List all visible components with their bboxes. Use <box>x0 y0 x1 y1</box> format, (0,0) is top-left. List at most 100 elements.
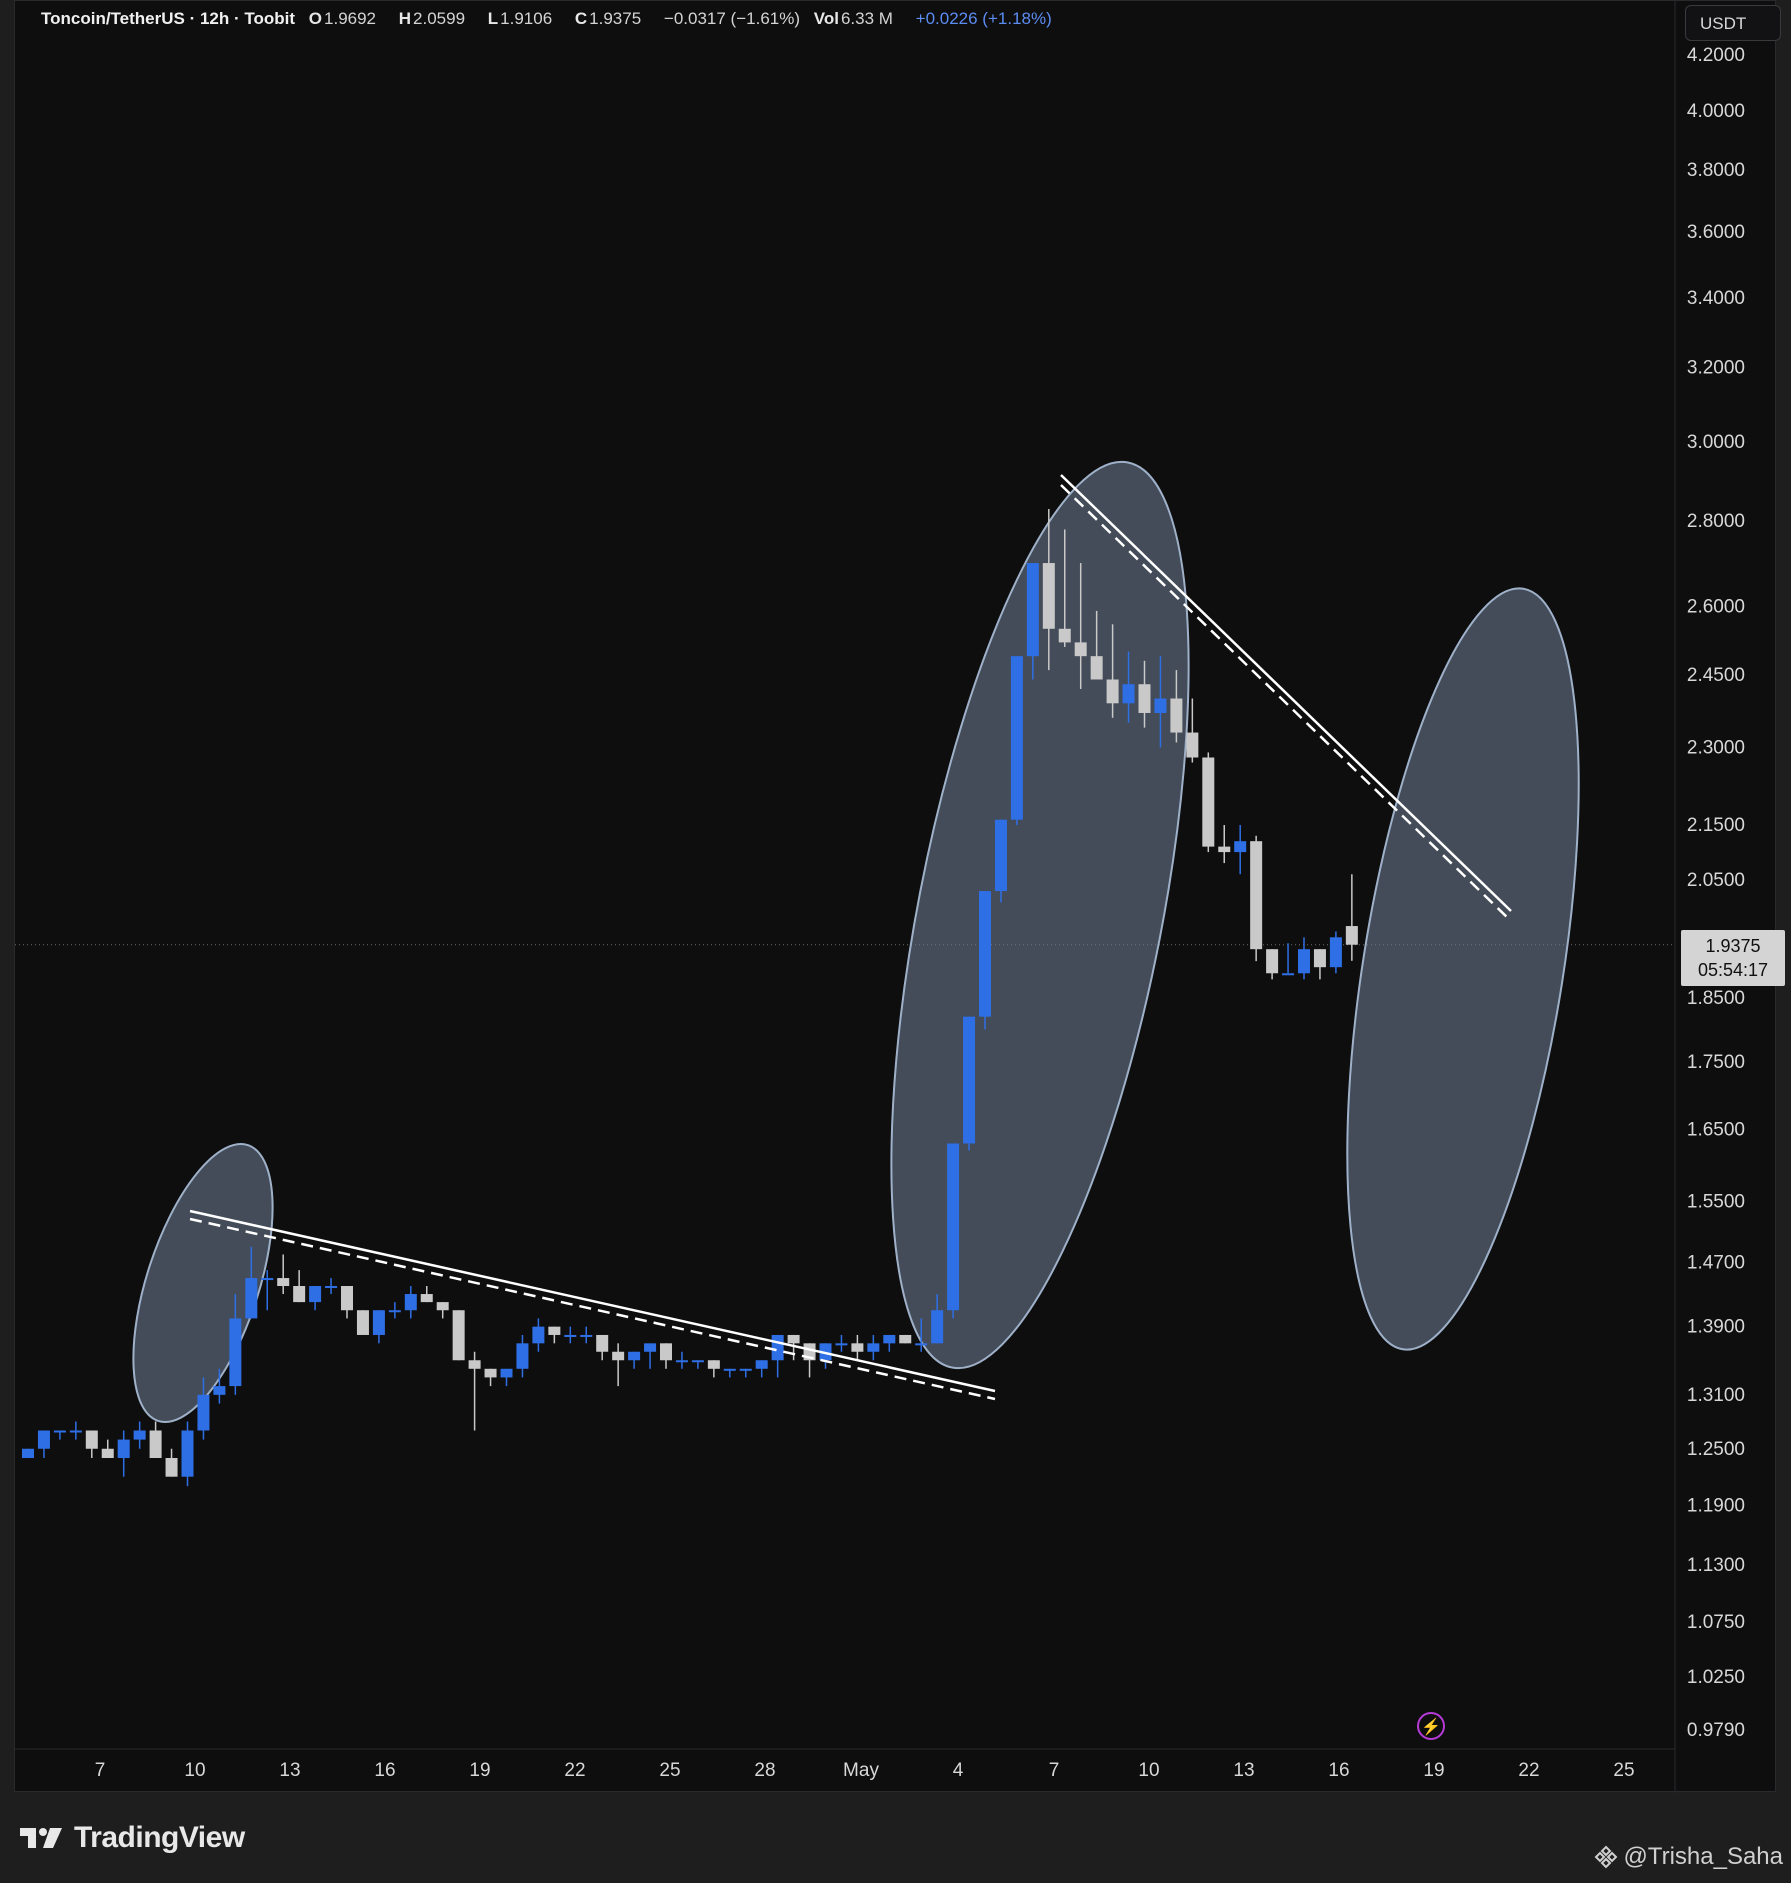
candle-body <box>261 1278 274 1281</box>
time-tick-label: 16 <box>1328 1760 1349 1781</box>
candle-body <box>229 1318 242 1387</box>
time-tick-label: 19 <box>1423 1760 1444 1781</box>
price-tick-label: 1.6500 <box>1687 1119 1745 1140</box>
candle-body <box>915 1343 928 1346</box>
candle-body <box>1329 937 1342 968</box>
time-tick-label: 10 <box>184 1760 205 1781</box>
binance-icon <box>1595 1845 1618 1869</box>
candle-body <box>994 819 1007 892</box>
price-tick-label: 1.2500 <box>1687 1439 1745 1460</box>
candle-body <box>1154 698 1167 713</box>
candle-body <box>596 1334 609 1352</box>
high-value: 2.0599 <box>413 9 466 28</box>
candle-body <box>436 1302 449 1311</box>
last-price: 1.9375 <box>1705 936 1761 956</box>
candle-body <box>564 1334 577 1337</box>
time-tick-label: 13 <box>1233 1760 1254 1781</box>
candle-body <box>356 1310 369 1335</box>
candle-body <box>213 1386 226 1395</box>
price-tick-label: 2.4500 <box>1687 665 1745 686</box>
candle-body <box>1010 656 1023 820</box>
currency-selector[interactable]: USDT <box>1685 5 1781 41</box>
price-tick-label: 2.8000 <box>1687 511 1745 532</box>
candle-body <box>1345 926 1358 945</box>
price-tick-label: 0.9790 <box>1687 1720 1745 1741</box>
price-tick-label: 1.4700 <box>1687 1252 1745 1273</box>
candle-body <box>835 1343 848 1346</box>
candle-body <box>1170 698 1183 733</box>
price-change: −0.0317 (−1.61%) <box>663 9 801 28</box>
candle-body <box>293 1286 306 1303</box>
candle-body <box>867 1343 880 1352</box>
time-tick-label: 4 <box>953 1760 964 1781</box>
candle-body <box>149 1430 162 1458</box>
low-value: 1.9106 <box>500 9 553 28</box>
candle-body <box>500 1368 513 1378</box>
candle-body <box>660 1343 672 1361</box>
candle-body <box>341 1286 353 1311</box>
candle-body <box>372 1310 385 1335</box>
candle-body <box>1250 841 1263 950</box>
candle-body <box>1202 757 1215 847</box>
time-tick-label: 7 <box>1049 1760 1060 1781</box>
candlestick-chart[interactable]: 4.2000 4.0000 3.8000 3.6000 3.4000 3.2000 3.00… <box>15 1 1777 1793</box>
trendline-dashed <box>189 1217 996 1401</box>
close-value: 1.9375 <box>589 9 642 28</box>
lightning-icon[interactable]: ⚡ <box>1417 1712 1445 1740</box>
price-tick-label: 3.4000 <box>1687 288 1745 309</box>
price-tick-label: 1.8500 <box>1687 988 1745 1009</box>
candle-body <box>532 1326 545 1344</box>
tradingview-logo[interactable]: TradingView <box>18 1818 245 1858</box>
price-tick-label: 3.6000 <box>1687 222 1745 243</box>
candle-body <box>691 1360 704 1363</box>
candle-body <box>899 1334 912 1344</box>
price-tick-label: 1.0750 <box>1687 1612 1745 1633</box>
candle-body <box>675 1360 688 1363</box>
time-tick-label: May <box>843 1760 879 1781</box>
price-tick-label: 1.7500 <box>1687 1052 1745 1073</box>
candle-body <box>165 1457 178 1477</box>
candle-body <box>787 1334 800 1344</box>
candle-body <box>37 1430 50 1449</box>
candle-body <box>851 1343 864 1352</box>
candle-body <box>644 1343 657 1352</box>
price-tick-label: 4.2000 <box>1687 45 1745 66</box>
open-value: 1.9692 <box>324 9 377 28</box>
candle-body <box>1058 628 1071 643</box>
price-tick-label: 1.1900 <box>1687 1495 1745 1516</box>
candle-body <box>1106 679 1119 704</box>
chart-area[interactable]: 4.2000 4.0000 3.8000 3.6000 3.4000 3.2000 3.00… <box>14 0 1785 1793</box>
candle-body <box>1282 973 1295 976</box>
time-tick-label: 22 <box>1518 1760 1539 1781</box>
time-tick-label: 16 <box>374 1760 395 1781</box>
candle-body <box>245 1278 258 1319</box>
author-handle: @Trisha_Saha <box>1623 1843 1783 1870</box>
open-key: O <box>308 9 323 28</box>
candle-body <box>516 1343 529 1369</box>
price-tick-label: 1.5500 <box>1687 1191 1745 1212</box>
candle-countdown: 05:54:17 <box>1697 960 1769 980</box>
candle-body <box>739 1368 752 1371</box>
candle-body <box>1122 684 1135 704</box>
time-tick-label: 13 <box>279 1760 300 1781</box>
time-tick-label: 25 <box>1613 1760 1634 1781</box>
symbol-header: Toncoin/TetherUS · 12h · Toobit O 1.9692 … <box>41 9 1061 29</box>
price-tick-label: 4.0000 <box>1687 101 1745 122</box>
candle-body <box>771 1334 784 1361</box>
candle-body <box>1298 949 1310 974</box>
candle-body <box>420 1294 433 1303</box>
author-credit: @Trisha_Saha <box>1593 1843 1783 1871</box>
symbol-label[interactable]: Toncoin/TetherUS · 12h · Toobit <box>41 9 295 28</box>
price-tick-label: 1.3100 <box>1687 1385 1745 1406</box>
time-tick-label: 19 <box>469 1760 490 1781</box>
highlight-ellipse <box>890 460 1190 1370</box>
candle-body <box>117 1439 130 1458</box>
candle-body <box>755 1360 768 1369</box>
candle-body <box>963 1016 976 1144</box>
price-tick-label: 2.3000 <box>1687 737 1745 758</box>
candle-body <box>548 1326 561 1335</box>
candle-body <box>101 1448 114 1458</box>
candle-body <box>580 1334 593 1337</box>
candle-body <box>883 1334 896 1344</box>
time-tick-label: 25 <box>659 1760 680 1781</box>
